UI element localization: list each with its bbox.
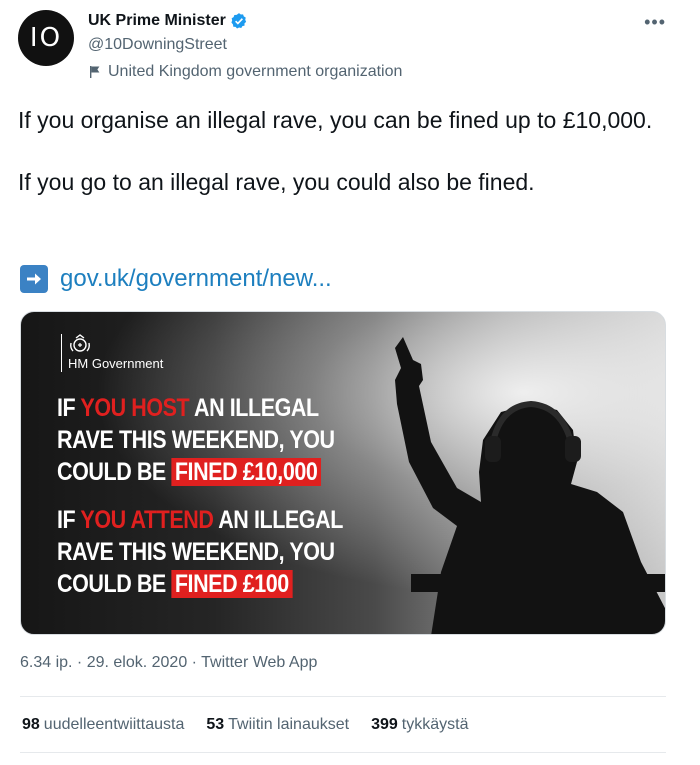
retweets-stat[interactable]: 98 uudelleentwiittausta <box>22 716 184 734</box>
stat-label: Twiitin lainaukset <box>228 716 350 733</box>
affiliation: United Kingdom government organization <box>88 62 640 82</box>
divider <box>20 752 666 753</box>
tweet-timestamp[interactable]: 6.34 ip. · 29. elok. 2020 · Twitter Web … <box>20 654 317 672</box>
handle[interactable]: @10DowningStreet <box>88 35 640 55</box>
quotes-stat[interactable]: 53 Twiitin lainaukset <box>206 716 349 734</box>
stat-count: 53 <box>206 716 225 733</box>
likes-stat[interactable]: 399 tykkäystä <box>371 716 468 734</box>
fine-amount-box: FINED £10,000 <box>171 458 321 486</box>
tweet-paragraph-1: If you organise an illegal rave, you can… <box>18 107 653 133</box>
engagement-stats: 98 uudelleentwiittausta 53 Twiitin lainauk… <box>22 716 468 734</box>
name-row: UK Prime Minister <box>88 10 640 32</box>
royal-crest-icon <box>70 334 90 352</box>
dj-silhouette-image <box>395 337 665 634</box>
headline-text: COULD BE <box>57 570 172 598</box>
headline-text: COULD BE <box>57 458 172 486</box>
divider <box>20 696 666 697</box>
headline-text: IF <box>57 394 81 422</box>
headline-text: AN ILLEGAL <box>213 506 343 534</box>
arrow-right-icon <box>20 265 48 293</box>
avatar[interactable]: IO <box>18 10 74 66</box>
highlight-word: YOU ATTEND <box>80 506 214 534</box>
flag-icon <box>88 65 102 79</box>
headline-text: AN ILLEGAL <box>189 394 319 422</box>
headline-text: IF <box>57 506 81 534</box>
highlight-word: YOU HOST <box>80 394 190 422</box>
tweet-link[interactable]: gov.uk/government/new... <box>20 265 332 293</box>
affiliation-label: United Kingdom government organization <box>108 63 403 80</box>
stat-label: tykkäystä <box>401 716 469 733</box>
link-text[interactable]: gov.uk/government/new... <box>60 265 332 293</box>
headline-text: RAVE THIS WEEKEND, YOU <box>57 426 335 454</box>
tweet-paragraph-2: If you go to an illegal rave, you could … <box>18 169 535 195</box>
tweet-text: If you organise an illegal rave, you can… <box>18 104 670 198</box>
more-options-icon[interactable]: ••• <box>644 12 666 33</box>
hm-government-label: HM Government <box>68 356 164 371</box>
headline-attend: IF YOU ATTEND AN ILLEGAL RAVE THIS WEEKE… <box>57 504 343 600</box>
stat-count: 98 <box>22 716 40 733</box>
stat-count: 399 <box>371 716 398 733</box>
tweet-author: UK Prime Minister @10DowningStreet Unite… <box>88 10 640 82</box>
headline-text: RAVE THIS WEEKEND, YOU <box>57 538 335 566</box>
fine-amount-box: FINED £100 <box>171 570 293 598</box>
headline-host: IF YOU HOST AN ILLEGAL RAVE THIS WEEKEND… <box>57 392 335 488</box>
display-name[interactable]: UK Prime Minister <box>88 12 226 30</box>
tweet-media-image[interactable]: HM Government IF YOU HOST AN ILLEGAL RAV… <box>20 311 666 635</box>
verified-badge-icon <box>230 12 248 30</box>
avatar-text: IO <box>29 23 63 53</box>
stat-label: uudelleentwiittausta <box>43 716 185 733</box>
hm-government-logo: HM Government <box>61 334 163 372</box>
